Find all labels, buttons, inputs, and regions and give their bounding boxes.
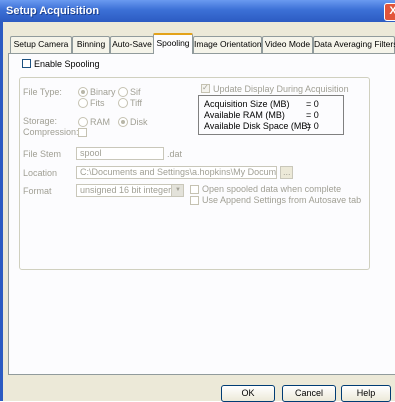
- window-border: [0, 22, 3, 401]
- tab-video-mode[interactable]: Video Mode: [262, 36, 313, 53]
- tab-spooling[interactable]: Spooling: [153, 33, 193, 54]
- cancel-button[interactable]: Cancel: [282, 385, 336, 402]
- window-title: Setup Acquisition: [6, 5, 100, 17]
- tab-image-orientation[interactable]: Image Orientation: [193, 36, 262, 53]
- tab-binning[interactable]: Binning: [72, 36, 110, 53]
- enable-spooling-label: Enable Spooling: [34, 59, 100, 69]
- tab-data-averaging-filters[interactable]: Data Averaging Filters: [313, 36, 395, 53]
- tab-setup-camera[interactable]: Setup Camera: [10, 36, 72, 53]
- enable-spooling-checkbox[interactable]: [22, 59, 31, 68]
- ok-button[interactable]: OK: [221, 385, 275, 402]
- title-bar[interactable]: Setup Acquisition X: [0, 0, 395, 22]
- help-button[interactable]: Help: [341, 385, 391, 402]
- close-icon[interactable]: X: [384, 3, 395, 21]
- spooling-group-frame: [19, 77, 370, 270]
- tab-auto-save[interactable]: Auto-Save: [110, 36, 154, 53]
- setup-acquisition-window: Setup Acquisition X Setup Camera Binning…: [0, 0, 395, 402]
